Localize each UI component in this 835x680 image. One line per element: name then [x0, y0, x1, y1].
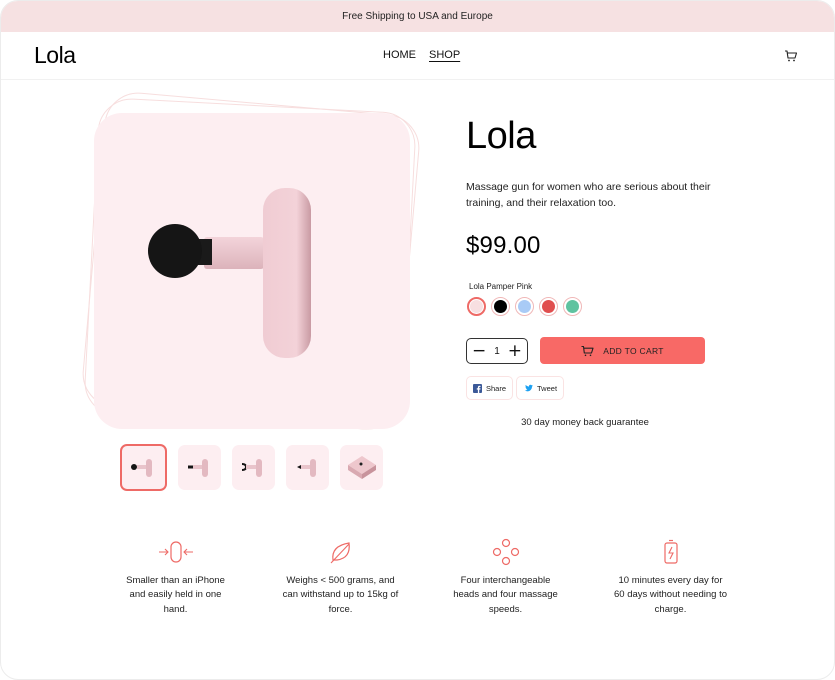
thumbnail-round-head[interactable]: [120, 444, 167, 491]
compact-size-icon: [158, 541, 193, 563]
decrement-button[interactable]: −: [472, 342, 486, 360]
add-to-cart-label: ADD TO CART: [603, 345, 664, 356]
heads-icon: [492, 538, 519, 566]
site-header: Lola HOME SHOP: [1, 32, 834, 80]
battery-icon: [663, 539, 678, 564]
increment-button[interactable]: +: [508, 342, 522, 360]
massage-gun-image: [148, 188, 311, 358]
swatch-red[interactable]: [539, 297, 558, 316]
quantity-stepper: − 1 +: [466, 338, 528, 364]
quantity-value[interactable]: 1: [494, 346, 500, 357]
fork-head-thumb-icon: [241, 458, 262, 477]
swatch-pamper-pink[interactable]: [467, 297, 486, 316]
product-price: $99.00: [466, 232, 541, 259]
leaf-icon: [330, 542, 350, 564]
swatch-color: [542, 300, 555, 313]
add-to-cart-button[interactable]: ADD TO CART: [540, 337, 705, 364]
product-info: Lola Massage gun for women who are serio…: [466, 113, 716, 260]
variant-label: Lola Pamper Pink: [469, 282, 533, 291]
product-description: Massage gun for women who are serious ab…: [466, 181, 711, 209]
swatch-color: [518, 300, 531, 313]
feature-list: Smaller than an iPhone and easily held i…: [93, 538, 753, 617]
thumbnail-flat-head[interactable]: [178, 445, 221, 490]
nav-shop[interactable]: SHOP: [429, 49, 460, 61]
feature-item: Smaller than an iPhone and easily held i…: [93, 539, 258, 617]
main-product-image[interactable]: [94, 113, 410, 429]
round-head-thumb-icon: [130, 458, 152, 477]
tweet-label: Tweet: [537, 383, 558, 393]
bullet-head-thumb-icon: [296, 458, 316, 477]
social-share: Share Tweet: [466, 376, 565, 400]
swatch-color: [470, 300, 483, 313]
thumbnail-fork-head[interactable]: [232, 445, 275, 490]
announcement-bar: Free Shipping to USA and Europe: [1, 1, 834, 32]
feature-item: 10 minutes every day for 60 days without…: [588, 539, 753, 617]
swatch-color: [494, 300, 507, 313]
logo[interactable]: Lola: [34, 42, 76, 69]
color-swatches: [467, 297, 582, 316]
feature-text: Smaller than an iPhone and easily held i…: [126, 575, 225, 615]
product-gallery: [79, 89, 431, 443]
flat-head-thumb-icon: [187, 458, 208, 477]
feature-text: Weighs < 500 grams, and can withstand up…: [282, 575, 399, 615]
cart-icon[interactable]: [784, 49, 798, 63]
swatch-color: [566, 300, 579, 313]
cart-icon: [581, 345, 594, 356]
product-title: Lola: [466, 115, 536, 157]
share-label: Share: [486, 383, 507, 393]
facebook-share-button[interactable]: Share: [466, 376, 514, 400]
swatch-blue[interactable]: [515, 297, 534, 316]
money-back-guarantee: 30 day money back guarantee: [521, 417, 649, 428]
thumbnail-bullet-head[interactable]: [286, 445, 329, 490]
swatch-green[interactable]: [563, 297, 582, 316]
nav-home[interactable]: HOME: [383, 49, 416, 61]
swatch-black[interactable]: [491, 297, 510, 316]
announcement-text: Free Shipping to USA and Europe: [342, 11, 493, 22]
facebook-icon: [473, 383, 482, 393]
twitter-tweet-button[interactable]: Tweet: [516, 376, 565, 400]
thumbnail-packaging-box[interactable]: [340, 445, 383, 490]
thumbnail-strip: [120, 444, 383, 491]
feature-item: Weighs < 500 grams, and can withstand up…: [258, 539, 423, 617]
main-nav: HOME SHOP: [383, 49, 460, 61]
feature-text: Four interchangeable heads and four mass…: [453, 575, 558, 615]
box-thumb-icon: [347, 455, 376, 479]
page-frame: Free Shipping to USA and Europe Lola HOM…: [0, 0, 835, 680]
twitter-icon: [524, 384, 533, 391]
feature-item: Four interchangeable heads and four mass…: [423, 538, 588, 617]
feature-text: 10 minutes every day for 60 days without…: [613, 575, 728, 615]
